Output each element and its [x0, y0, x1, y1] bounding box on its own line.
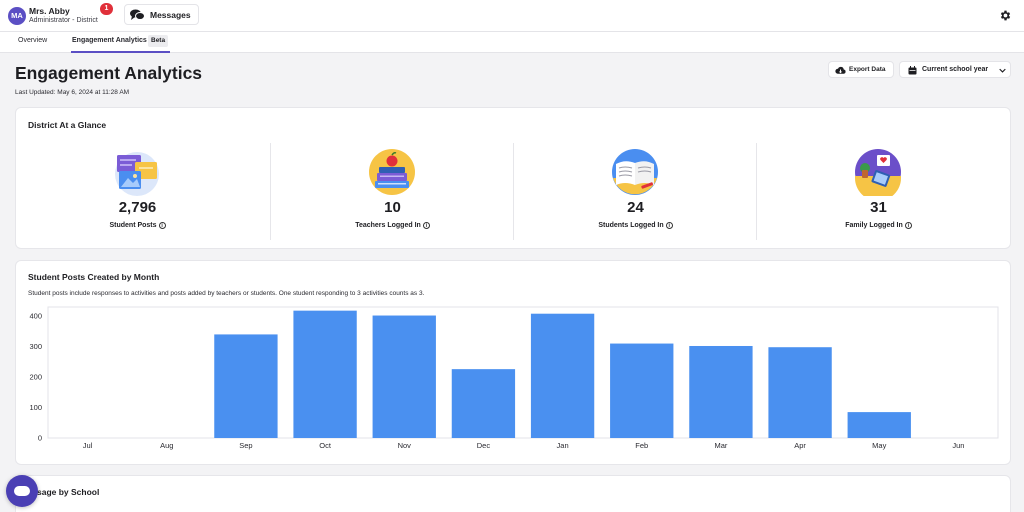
info-icon[interactable]: i	[904, 222, 912, 229]
y-tick-label: 100	[29, 403, 42, 412]
x-tick-label: Sep	[239, 441, 252, 450]
bar-apr	[768, 347, 832, 438]
family-logged-in-label: Family Logged In i	[757, 222, 1000, 229]
x-tick-label: Jul	[83, 441, 93, 450]
district-glance-card: District At a Glance 2,796 Student Posts…	[15, 107, 1011, 249]
beta-badge: Beta	[148, 35, 169, 47]
bar-sep	[214, 334, 278, 438]
page-title: Engagement Analytics	[15, 63, 203, 83]
x-tick-label: Jan	[557, 441, 569, 450]
export-data-button[interactable]: Export Data	[828, 61, 894, 78]
info-icon[interactable]: i	[422, 222, 430, 229]
school-year-value: Current school year	[922, 66, 989, 73]
x-tick-label: Mar	[714, 441, 727, 450]
chevron-down-icon	[999, 68, 1006, 73]
student-posts-chart-card: Student Posts Created by Month Student p…	[15, 260, 1011, 465]
x-tick-label: Jun	[952, 441, 964, 450]
students-logged-in-label-text: Students Logged In	[598, 222, 664, 229]
x-tick-label: Oct	[319, 441, 332, 450]
x-tick-label: Dec	[477, 441, 491, 450]
posts-illustration-icon	[115, 152, 159, 196]
teachers-logged-in-label: Teachers Logged In i	[271, 222, 514, 229]
calendar-icon	[908, 66, 917, 75]
teachers-logged-in-value: 10	[384, 199, 401, 216]
notification-badge[interactable]: 1	[100, 3, 113, 15]
student-posts-label: Student Posts i	[16, 222, 259, 229]
tab-overview[interactable]: Overview	[18, 37, 47, 44]
user-name: Mrs. Abby	[29, 6, 70, 16]
avatar: MA	[8, 7, 26, 25]
export-data-label: Export Data	[849, 66, 886, 73]
x-tick-label: Apr	[794, 441, 806, 450]
x-tick-label: Feb	[635, 441, 648, 450]
students-logged-in-label: Students Logged In i	[514, 222, 757, 229]
student-posts-value: 2,796	[118, 199, 157, 216]
bar-mar	[689, 345, 753, 438]
x-tick-label: May	[872, 441, 886, 450]
books-apple-illustration-icon	[369, 149, 415, 195]
x-tick-label: Aug	[160, 441, 173, 450]
family-tablet-illustration-icon	[855, 149, 901, 196]
gear-icon[interactable]	[999, 9, 1012, 22]
y-tick-label: 0	[38, 434, 42, 443]
active-tab-indicator	[71, 51, 170, 53]
family-logged-in-value: 31	[870, 199, 887, 216]
chat-icon	[14, 486, 30, 496]
stat-family-logged-in: 31 Family Logged In i	[757, 143, 1000, 238]
bar-jan	[530, 313, 595, 438]
last-updated: Last Updated: May 6, 2024 at 11:28 AM	[15, 89, 130, 96]
bar-may	[847, 412, 911, 438]
stat-student-posts: 2,796 Student Posts i	[16, 143, 259, 238]
bar-oct	[293, 310, 357, 438]
stat-teachers-logged-in: 10 Teachers Logged In i	[271, 143, 514, 238]
tab-bar: Overview Engagement Analytics Beta	[0, 32, 1024, 53]
cloud-download-icon	[835, 66, 846, 74]
support-chat-button[interactable]	[6, 475, 38, 507]
usage-by-school-title: sage by School	[37, 487, 100, 497]
messages-label: Messages	[150, 10, 191, 20]
info-icon[interactable]: i	[665, 222, 673, 229]
family-logged-in-label-text: Family Logged In	[845, 222, 903, 229]
tab-engagement-analytics[interactable]: Engagement Analytics	[72, 37, 147, 44]
glance-title: District At a Glance	[28, 120, 107, 130]
stat-students-logged-in: 24 Students Logged In i	[514, 143, 757, 238]
top-bar: MA Mrs. Abby Administrator - District 1 …	[0, 0, 1024, 32]
school-year-select[interactable]: Current school year	[899, 61, 1011, 78]
user-role: Administrator - District	[29, 17, 98, 24]
user-menu[interactable]: MA Mrs. Abby Administrator - District 1	[6, 3, 113, 26]
student-posts-bar-chart: 0 100 200 300 400 Jul Aug Sep Oct Nov Dec Jan Feb Mar…	[29, 306, 999, 450]
y-tick-label: 400	[29, 312, 42, 321]
bar-feb	[610, 343, 674, 438]
students-logged-in-value: 24	[627, 199, 644, 216]
info-icon[interactable]: i	[158, 222, 166, 229]
chat-bubbles-icon	[130, 9, 145, 20]
bar-dec	[451, 369, 516, 438]
messages-button[interactable]: Messages	[124, 4, 199, 25]
y-tick-label: 200	[29, 373, 42, 382]
bar-nov	[372, 315, 436, 438]
open-book-illustration-icon	[612, 149, 658, 195]
x-tick-label: Nov	[398, 441, 412, 450]
usage-by-school-card: sage by School	[15, 475, 1011, 512]
teachers-logged-in-label-text: Teachers Logged In	[355, 222, 421, 229]
y-tick-label: 300	[29, 342, 42, 351]
student-posts-label-text: Student Posts	[109, 222, 157, 229]
